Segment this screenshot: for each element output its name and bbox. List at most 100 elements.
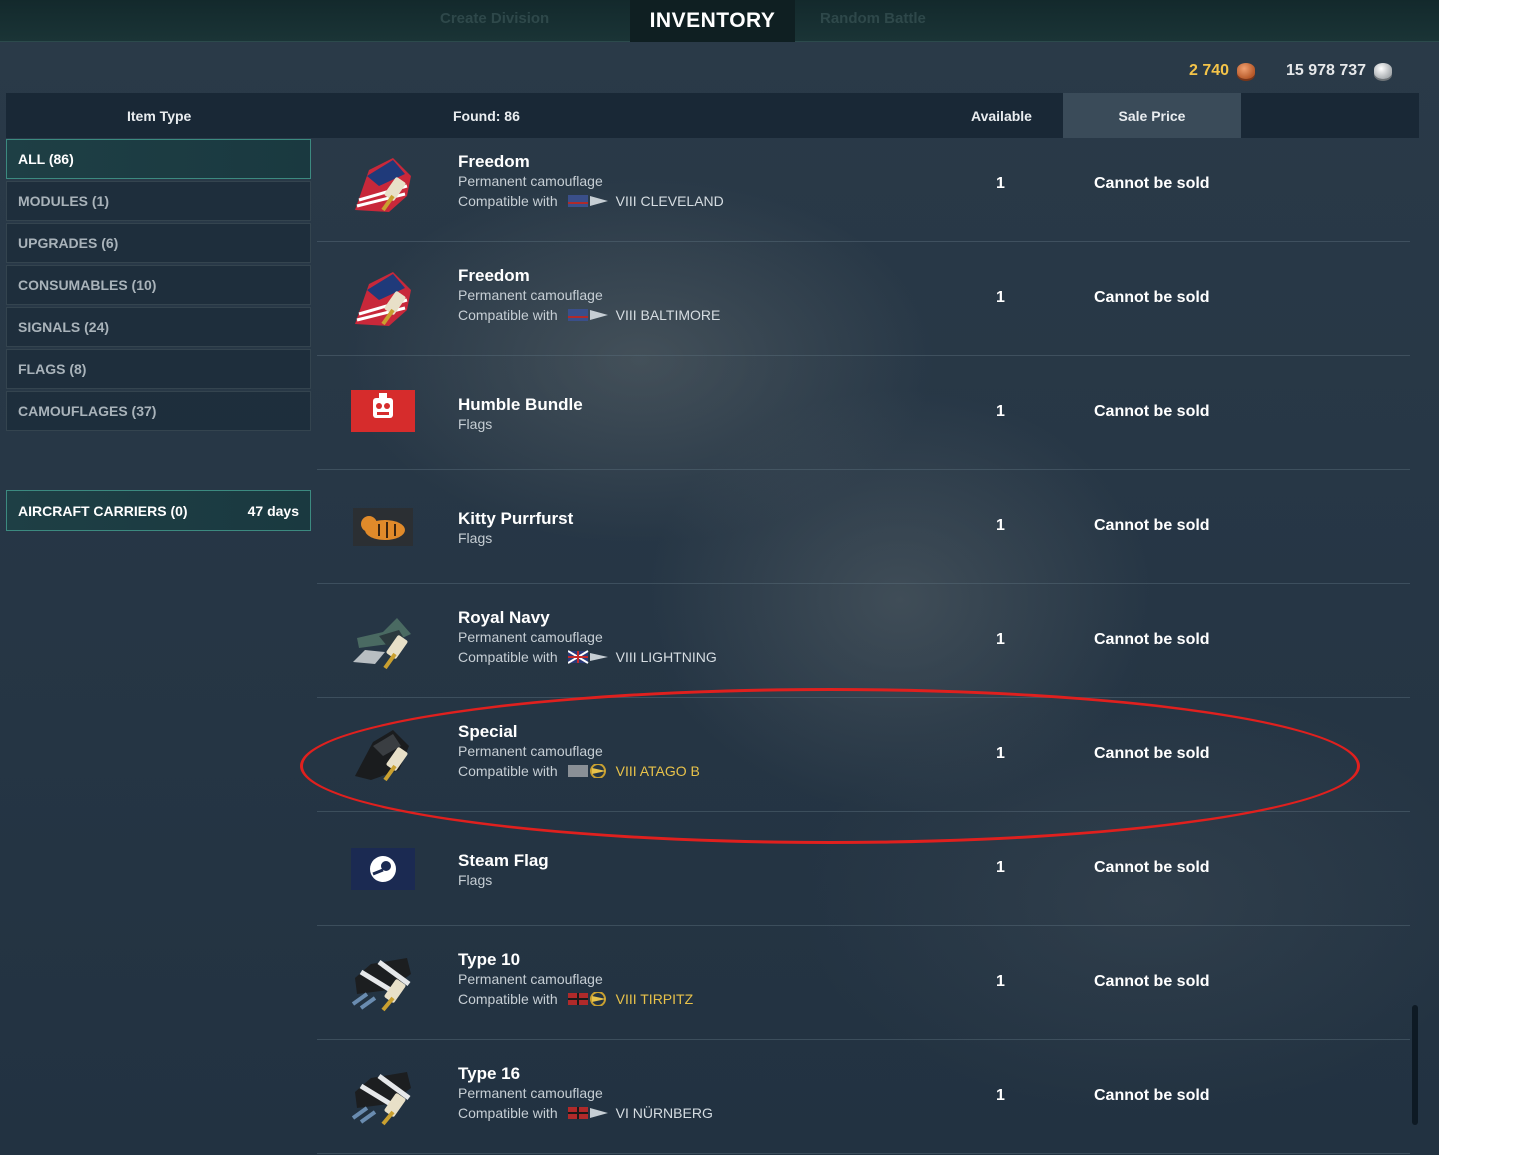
- item-name: Freedom: [458, 152, 530, 171]
- list-scrollbar[interactable]: [1412, 1005, 1418, 1125]
- compatible-with-label: Compatible with: [458, 193, 558, 209]
- inventory-tab[interactable]: INVENTORY: [630, 0, 795, 42]
- table-row[interactable]: Humble Bundle Flags 1 Cannot be sold: [317, 356, 1410, 470]
- ship-name: VIII ATAGO B: [615, 763, 700, 779]
- ship-name: VIII BALTIMORE: [615, 307, 721, 323]
- compatible-with-label: Compatible with: [458, 763, 558, 779]
- royal-navy-camouflage-icon: [353, 618, 411, 670]
- filter-modules[interactable]: MODULES (1): [6, 181, 311, 221]
- available-count: 1: [996, 1087, 1005, 1104]
- compatible-with-label: Compatible with: [458, 307, 558, 323]
- doubloon-icon: [1237, 63, 1256, 79]
- doubloons-balance: 2 740: [1189, 60, 1256, 82]
- compatible-with-label: Compatible with: [458, 1105, 558, 1121]
- filter-camouflages[interactable]: CAMOUFLAGES (37): [6, 391, 311, 431]
- item-category: Permanent camouflage: [458, 971, 603, 987]
- item-name: Freedom: [458, 266, 530, 285]
- table-row[interactable]: Freedom Permanent camouflage Compatible …: [317, 242, 1410, 356]
- uk-destroyer-icon: [567, 650, 608, 664]
- table-row[interactable]: Type 10 Permanent camouflage Compatible …: [317, 926, 1410, 1040]
- compatibility: Compatible with VI NÜRNBERG: [458, 1105, 713, 1121]
- available-count: 1: [996, 517, 1005, 534]
- humble-bundle-flag-icon: [351, 390, 415, 432]
- item-name: Humble Bundle: [458, 395, 583, 414]
- type-camouflage-icon: [351, 958, 411, 1012]
- ship-name: VI NÜRNBERG: [615, 1105, 713, 1121]
- inventory-list: Freedom Permanent camouflage Compatible …: [317, 128, 1410, 1154]
- credits-balance: 15 978 737: [1286, 60, 1393, 82]
- item-name: Steam Flag: [458, 851, 549, 870]
- table-row[interactable]: Type 16 Permanent camouflage Compatible …: [317, 1040, 1410, 1154]
- japan-premium-cruiser-icon: [567, 764, 606, 778]
- compatibility: Compatible with VIII LIGHTNING: [458, 649, 717, 665]
- available-count: 1: [996, 403, 1005, 420]
- sale-price: Cannot be sold: [1094, 175, 1210, 192]
- doubloons-amount: 2 740: [1189, 62, 1230, 79]
- create-division-button[interactable]: Create Division: [440, 10, 549, 27]
- top-navigation-bar: Create Division INVENTORY Random Battle: [0, 0, 1439, 42]
- germany-cruiser-icon: [567, 1107, 608, 1119]
- sale-price: Cannot be sold: [1094, 745, 1210, 762]
- available-count: 1: [996, 745, 1005, 762]
- compatibility: Compatible with VIII ATAGO B: [458, 763, 700, 779]
- item-category: Flags: [458, 530, 493, 546]
- filter-consumables[interactable]: CONSUMABLES (10): [6, 265, 311, 305]
- filter-signals[interactable]: SIGNALS (24): [6, 307, 311, 347]
- kitty-flag-icon: [353, 508, 413, 546]
- compatibility: Compatible with VIII BALTIMORE: [458, 307, 720, 323]
- sale-price: Cannot be sold: [1094, 403, 1210, 420]
- compatibility: Compatible with VIII CLEVELAND: [458, 193, 724, 209]
- filter-upgrades[interactable]: UPGRADES (6): [6, 223, 311, 263]
- filter-all[interactable]: ALL (86): [6, 139, 311, 179]
- inventory-screen: Create Division INVENTORY Random Battle …: [0, 0, 1439, 1155]
- table-row[interactable]: Royal Navy Permanent camouflage Compatib…: [317, 584, 1410, 698]
- special-camouflage-icon: [355, 730, 409, 782]
- usa-cruiser-icon: [567, 195, 608, 207]
- item-category: Flags: [458, 416, 493, 432]
- item-name: Royal Navy: [458, 608, 550, 627]
- table-row[interactable]: Freedom Permanent camouflage Compatible …: [317, 128, 1410, 242]
- available-count: 1: [996, 973, 1005, 990]
- sale-price: Cannot be sold: [1094, 973, 1210, 990]
- item-type-header: Item Type: [127, 107, 192, 124]
- random-battle-button[interactable]: Random Battle: [820, 10, 926, 27]
- table-row[interactable]: Kitty Purrfurst Flags 1 Cannot be sold: [317, 470, 1410, 584]
- item-name: Type 10: [458, 950, 521, 969]
- ship-name: VIII LIGHTNING: [615, 649, 717, 665]
- item-name: Kitty Purrfurst: [458, 509, 574, 528]
- item-name: Type 16: [458, 1064, 521, 1083]
- table-row[interactable]: Steam Flag Flags 1 Cannot be sold: [317, 812, 1410, 926]
- usa-cruiser-icon: [567, 309, 608, 321]
- compatible-with-label: Compatible with: [458, 991, 558, 1007]
- usa-camouflage-icon: [355, 272, 411, 326]
- item-category: Permanent camouflage: [458, 743, 603, 759]
- available-count: 1: [996, 631, 1005, 648]
- ship-name: VIII CLEVELAND: [615, 193, 724, 209]
- item-category: Flags: [458, 872, 493, 888]
- available-count: 1: [996, 289, 1005, 306]
- item-type-filter: ALL (86) MODULES (1) UPGRADES (6) CONSUM…: [6, 139, 311, 433]
- compatible-with-label: Compatible with: [458, 649, 558, 665]
- aircraft-carriers-filter[interactable]: AIRCRAFT CARRIERS (0) 47 days: [6, 490, 311, 531]
- compatibility: Compatible with VIII TIRPITZ: [458, 991, 693, 1007]
- item-category: Permanent camouflage: [458, 173, 603, 189]
- item-name: Special: [458, 722, 518, 741]
- available-count: 1: [996, 175, 1005, 192]
- sale-price: Cannot be sold: [1094, 631, 1210, 648]
- credit-icon: [1374, 63, 1393, 79]
- item-category: Permanent camouflage: [458, 287, 603, 303]
- item-category: Permanent camouflage: [458, 1085, 603, 1101]
- aircraft-carriers-days: 47 days: [247, 502, 299, 519]
- sale-price: Cannot be sold: [1094, 1087, 1210, 1104]
- steam-flag-icon: [351, 848, 415, 890]
- table-row[interactable]: Special Permanent camouflage Compatible …: [317, 698, 1410, 812]
- sale-price: Cannot be sold: [1094, 859, 1210, 876]
- aircraft-carriers-label: AIRCRAFT CARRIERS (0): [18, 502, 188, 519]
- germany-premium-battleship-icon: [567, 992, 606, 1006]
- sale-price: Cannot be sold: [1094, 517, 1210, 534]
- sale-price: Cannot be sold: [1094, 289, 1210, 306]
- usa-camouflage-icon: [355, 158, 411, 212]
- filter-flags[interactable]: FLAGS (8): [6, 349, 311, 389]
- type-camouflage-icon: [351, 1072, 411, 1126]
- ship-name: VIII TIRPITZ: [615, 991, 694, 1007]
